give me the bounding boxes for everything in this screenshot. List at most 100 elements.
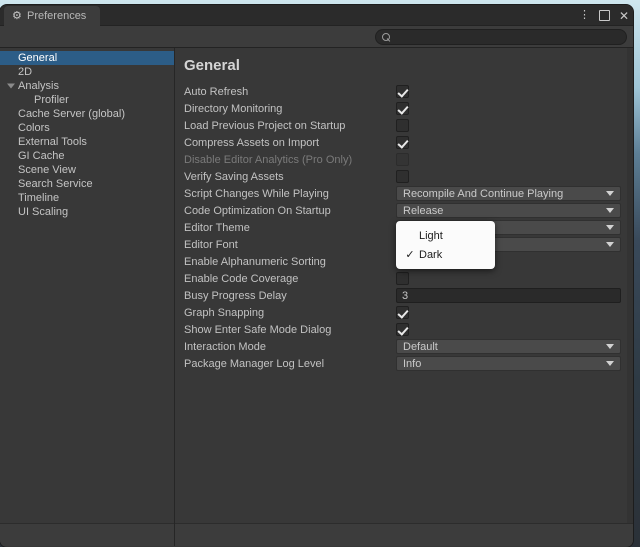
row-label: Enable Alphanumeric Sorting xyxy=(184,255,326,268)
dropdown-interaction-mode[interactable]: Default xyxy=(396,339,621,354)
row-label: Package Manager Log Level xyxy=(184,357,325,370)
settings-row: Graph Snapping xyxy=(175,304,633,321)
settings-row: Package Manager Log Level Info xyxy=(175,355,633,372)
checkbox-disable-editor-analytics-pro-only xyxy=(396,153,409,166)
row-label: Auto Refresh xyxy=(184,85,249,98)
tab-preferences[interactable]: ⚙ Preferences xyxy=(4,6,101,26)
gear-icon: ⚙ xyxy=(12,10,22,22)
settings-row: Busy Progress Delay 3 xyxy=(175,287,633,304)
sidebar-item-2d[interactable]: 2D xyxy=(0,65,174,79)
sidebar-item-label: GI Cache xyxy=(18,150,65,162)
close-icon[interactable]: ✕ xyxy=(619,10,629,22)
sidebar-item-label: 2D xyxy=(18,66,33,78)
sidebar-item-label: Colors xyxy=(18,122,50,134)
dropdown-value: Recompile And Continue Playing xyxy=(403,187,564,200)
sidebar-item-search-service[interactable]: Search Service xyxy=(0,177,174,191)
popup-item-label: Dark xyxy=(419,248,443,261)
content-scrollbar[interactable] xyxy=(627,48,633,523)
sidebar-item-gi-cache[interactable]: GI Cache xyxy=(0,149,174,163)
overflow-menu-icon[interactable]: ⋮ xyxy=(579,10,590,21)
text-field-busy-progress-delay[interactable]: 3 xyxy=(396,288,621,303)
sidebar-item-scene-view[interactable]: Scene View xyxy=(0,163,174,177)
sidebar-item-label: Search Service xyxy=(18,178,93,190)
checkbox-show-enter-safe-mode-dialog[interactable] xyxy=(396,323,409,336)
search-icon xyxy=(382,32,391,42)
chevron-down-icon xyxy=(606,225,614,230)
check-icon: ✓ xyxy=(405,249,415,261)
chevron-down-icon xyxy=(606,361,614,366)
popup-item-dark[interactable]: ✓ Dark xyxy=(396,245,495,264)
maximize-icon[interactable] xyxy=(598,10,610,21)
row-label: Disable Editor Analytics (Pro Only) xyxy=(184,153,353,166)
settings-content: General Auto Refresh Directory Monitoring… xyxy=(175,48,633,546)
checkbox-enable-code-coverage[interactable] xyxy=(396,272,409,285)
row-label: Busy Progress Delay xyxy=(184,289,287,302)
chevron-down-icon xyxy=(606,191,614,196)
sidebar-item-label: Scene View xyxy=(18,164,76,176)
settings-row: Directory Monitoring xyxy=(175,100,633,117)
settings-row: Interaction Mode Default xyxy=(175,338,633,355)
preferences-toolbar xyxy=(0,26,633,48)
sidebar-item-colors[interactable]: Colors xyxy=(0,121,174,135)
sidebar-item-general[interactable]: General xyxy=(0,51,174,65)
dropdown-value: Release xyxy=(403,204,444,217)
preferences-body: General 2D Analysis Profiler Cache Server (g… xyxy=(0,48,633,546)
settings-row: Enable Code Coverage xyxy=(175,270,633,287)
chevron-down-icon xyxy=(606,344,614,349)
row-label: Enable Code Coverage xyxy=(184,272,299,285)
row-label: Editor Theme xyxy=(184,221,250,234)
sidebar-item-label: Cache Server (global) xyxy=(18,108,125,120)
sidebar-list: General 2D Analysis Profiler Cache Server (g… xyxy=(0,51,174,219)
dropdown-script-changes-while-playing[interactable]: Recompile And Continue Playing xyxy=(396,186,621,201)
checkbox-auto-refresh[interactable] xyxy=(396,85,409,98)
page-title: General xyxy=(184,57,240,74)
sidebar-item-external-tools[interactable]: External Tools xyxy=(0,135,174,149)
sidebar-item-profiler[interactable]: Profiler xyxy=(0,93,174,107)
sidebar-item-label: Profiler xyxy=(34,94,69,106)
sidebar-item-cache-server-global[interactable]: Cache Server (global) xyxy=(0,107,174,121)
sidebar-item-timeline[interactable]: Timeline xyxy=(0,191,174,205)
row-label: Compress Assets on Import xyxy=(184,136,320,149)
checkbox-verify-saving-assets[interactable] xyxy=(396,170,409,183)
chevron-down-icon xyxy=(606,242,614,247)
editor-theme-dropdown-popup[interactable]: Light ✓ Dark xyxy=(396,221,495,269)
preferences-window: ⚙ Preferences ⋮ ✕ General 2D Analysis Profi… xyxy=(0,5,633,547)
sidebar-item-label: External Tools xyxy=(18,136,87,148)
popup-item-light[interactable]: Light xyxy=(396,226,495,245)
settings-row: Verify Saving Assets xyxy=(175,168,633,185)
row-label: Editor Font xyxy=(184,238,238,251)
settings-row: Load Previous Project on Startup xyxy=(175,117,633,134)
sidebar-item-ui-scaling[interactable]: UI Scaling xyxy=(0,205,174,219)
settings-row: Show Enter Safe Mode Dialog xyxy=(175,321,633,338)
search-field[interactable] xyxy=(375,29,627,45)
text-field-value: 3 xyxy=(402,289,409,302)
sidebar-item-label: Timeline xyxy=(18,192,60,204)
sidebar-item-label: UI Scaling xyxy=(18,206,69,218)
settings-sidebar: General 2D Analysis Profiler Cache Server (g… xyxy=(0,48,175,546)
row-label: Load Previous Project on Startup xyxy=(184,119,346,132)
checkbox-graph-snapping[interactable] xyxy=(396,306,409,319)
chevron-down-icon xyxy=(606,208,614,213)
content-footer xyxy=(175,523,633,546)
settings-row: Code Optimization On Startup Release xyxy=(175,202,633,219)
checkbox-compress-assets-on-import[interactable] xyxy=(396,136,409,149)
window-titlebar: ⚙ Preferences ⋮ ✕ xyxy=(0,5,633,26)
checkbox-directory-monitoring[interactable] xyxy=(396,102,409,115)
dropdown-value: Info xyxy=(403,357,422,370)
popup-item-label: Light xyxy=(419,229,443,242)
row-label: Script Changes While Playing xyxy=(184,187,329,200)
chevron-down-icon[interactable] xyxy=(7,83,15,89)
sidebar-item-label: General xyxy=(18,52,58,64)
row-label: Graph Snapping xyxy=(184,306,265,319)
dropdown-code-optimization-on-startup[interactable]: Release xyxy=(396,203,621,218)
window-controls: ⋮ ✕ xyxy=(579,5,629,26)
sidebar-item-analysis[interactable]: Analysis xyxy=(0,79,174,93)
dropdown-value: Default xyxy=(403,340,438,353)
sidebar-footer xyxy=(0,523,174,546)
checkbox-load-previous-project-on-startup[interactable] xyxy=(396,119,409,132)
settings-row: Script Changes While Playing Recompile An… xyxy=(175,185,633,202)
dropdown-package-manager-log-level[interactable]: Info xyxy=(396,356,621,371)
row-label: Directory Monitoring xyxy=(184,102,283,115)
search-input[interactable] xyxy=(395,30,620,44)
settings-row: Auto Refresh xyxy=(175,83,633,100)
